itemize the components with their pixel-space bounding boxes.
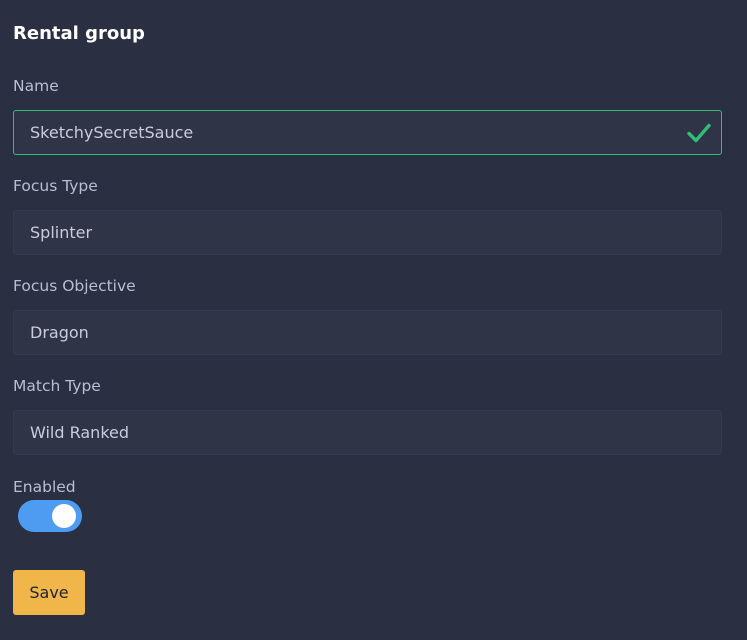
enabled-label: Enabled <box>13 478 76 496</box>
enabled-toggle[interactable] <box>18 500 82 532</box>
focus-type-value: Splinter <box>30 223 93 242</box>
match-type-value: Wild Ranked <box>30 423 130 442</box>
check-icon <box>687 123 711 143</box>
focus-objective-label: Focus Objective <box>13 277 136 295</box>
name-label: Name <box>13 77 59 95</box>
focus-type-label: Focus Type <box>13 177 98 195</box>
name-input-value: SketchySecretSauce <box>30 123 194 142</box>
form-title: Rental group <box>13 23 145 44</box>
focus-type-input[interactable]: Splinter <box>13 210 722 255</box>
name-input[interactable]: SketchySecretSauce <box>13 110 722 155</box>
match-type-label: Match Type <box>13 377 101 395</box>
match-type-input[interactable]: Wild Ranked <box>13 410 722 455</box>
focus-objective-input[interactable]: Dragon <box>13 310 722 355</box>
toggle-knob <box>52 504 76 528</box>
focus-objective-value: Dragon <box>30 323 89 342</box>
save-button[interactable]: Save <box>13 570 85 615</box>
